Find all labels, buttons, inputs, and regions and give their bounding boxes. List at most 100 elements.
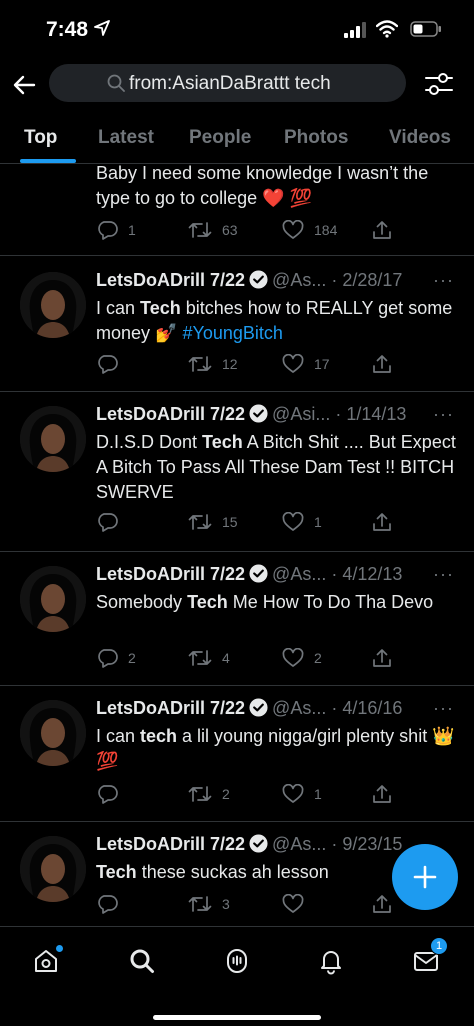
handle: @As... <box>272 834 327 854</box>
tweet-partial[interactable]: Baby I need some knowledge I wasn’t the … <box>0 164 474 256</box>
avatar[interactable] <box>20 566 86 632</box>
share-button[interactable] <box>372 512 392 532</box>
hashtag-link[interactable]: #YoungBitch <box>182 323 282 343</box>
like-button[interactable]: 1 <box>282 784 322 804</box>
tab-top[interactable]: Top <box>24 127 57 149</box>
tweet[interactable]: LetsDoADrill 7/22 @As... · 4/12/13 ··· So… <box>0 552 474 686</box>
retweet-count: 2 <box>222 786 230 802</box>
share-icon <box>373 895 391 913</box>
like-button[interactable]: 2 <box>282 648 322 668</box>
heart-icon <box>282 220 304 239</box>
reply-button[interactable] <box>96 512 128 532</box>
tab-photos[interactable]: Photos <box>284 127 348 149</box>
share-icon <box>373 785 391 803</box>
retweet-button[interactable]: 2 <box>188 784 230 804</box>
tweet-header: LetsDoADrill 7/22 @As... · 4/16/16 <box>96 698 403 718</box>
share-icon <box>373 221 391 239</box>
nav-notifications[interactable] <box>311 941 351 981</box>
tweet-feed[interactable]: Baby I need some knowledge I wasn’t the … <box>0 164 474 926</box>
like-button[interactable] <box>282 894 314 914</box>
like-button[interactable]: 17 <box>282 354 330 374</box>
tweet-date: 2/28/17 <box>342 270 403 290</box>
nav-spaces[interactable] <box>217 941 257 981</box>
tweet[interactable]: LetsDoADrill 7/22 @As... · 4/16/16 ··· I … <box>0 686 474 822</box>
search-keyword: tech <box>140 726 178 746</box>
reply-button[interactable]: 2 <box>96 648 136 668</box>
search-header: from:AsianDaBrattt tech <box>0 62 474 108</box>
share-button[interactable] <box>372 354 392 374</box>
bottom-navigation: 1 <box>0 926 474 1026</box>
reply-button[interactable] <box>96 784 128 804</box>
tweet-actions: 2 1 <box>96 784 396 806</box>
like-button[interactable]: 1 <box>282 512 322 532</box>
tweet-actions: 1 63 184 <box>96 220 396 242</box>
tab-videos[interactable]: Videos <box>389 127 451 149</box>
more-options-icon[interactable]: ··· <box>433 698 454 719</box>
avatar[interactable] <box>20 406 86 472</box>
share-icon <box>373 355 391 373</box>
tweet-header: LetsDoADrill 7/22 @As... · 2/28/17 <box>96 270 403 290</box>
retweet-icon <box>188 514 212 530</box>
messages-badge: 1 <box>430 937 448 955</box>
home-new-indicator <box>56 945 63 952</box>
back-arrow-icon[interactable] <box>10 70 40 100</box>
avatar[interactable] <box>20 700 86 766</box>
more-options-icon[interactable]: ··· <box>433 564 454 585</box>
retweet-icon <box>188 356 212 372</box>
tweet-text: Baby I need some knowledge I wasn’t the … <box>96 164 429 208</box>
more-options-icon[interactable]: ··· <box>433 270 454 291</box>
nav-search[interactable] <box>122 941 162 981</box>
reply-button[interactable]: 1 <box>96 220 136 240</box>
display-name[interactable]: LetsDoADrill 7/22 <box>96 834 245 854</box>
reply-count: 2 <box>128 650 136 666</box>
tab-latest[interactable]: Latest <box>98 127 154 149</box>
more-options-icon[interactable]: ··· <box>433 404 454 425</box>
share-button[interactable] <box>372 894 392 914</box>
nav-messages[interactable]: 1 <box>406 937 448 981</box>
like-count: 184 <box>314 222 338 238</box>
retweet-icon <box>188 650 212 666</box>
reply-icon <box>98 355 118 374</box>
retweet-count: 12 <box>222 356 238 372</box>
display-name[interactable]: LetsDoADrill 7/22 <box>96 270 245 290</box>
share-icon <box>373 649 391 667</box>
search-keyword: Tech <box>202 432 243 452</box>
display-name[interactable]: LetsDoADrill 7/22 <box>96 564 245 584</box>
like-count: 17 <box>314 356 330 372</box>
wifi-icon <box>376 20 398 38</box>
tab-people[interactable]: People <box>189 127 251 149</box>
retweet-button[interactable]: 4 <box>188 648 230 668</box>
retweet-icon <box>188 222 212 238</box>
share-button[interactable] <box>372 648 392 668</box>
display-name[interactable]: LetsDoADrill 7/22 <box>96 698 245 718</box>
search-filter-icon[interactable] <box>424 70 454 98</box>
tweet[interactable]: LetsDoADrill 7/22 @Asi... · 1/14/13 ··· D… <box>0 392 474 552</box>
nav-home[interactable] <box>26 941 66 981</box>
search-input[interactable]: from:AsianDaBrattt tech <box>49 64 406 102</box>
retweet-button[interactable]: 12 <box>188 354 238 374</box>
avatar[interactable] <box>20 272 86 338</box>
display-name[interactable]: LetsDoADrill 7/22 <box>96 404 245 424</box>
tweet-text: Somebody Tech Me How To Do Tha Devo <box>96 592 434 612</box>
compose-tweet-button[interactable] <box>392 844 458 910</box>
location-arrow-icon <box>94 20 110 36</box>
retweet-button[interactable]: 15 <box>188 512 238 532</box>
avatar[interactable] <box>20 836 86 902</box>
retweet-button[interactable]: 3 <box>188 894 230 914</box>
share-button[interactable] <box>372 220 392 240</box>
reply-button[interactable] <box>96 354 128 374</box>
tweet[interactable]: LetsDoADrill 7/22 @As... · 2/28/17 ··· I … <box>0 256 474 392</box>
like-button[interactable]: 184 <box>282 220 337 240</box>
retweet-count: 63 <box>222 222 238 238</box>
retweet-button[interactable]: 63 <box>188 220 238 240</box>
share-button[interactable] <box>372 784 392 804</box>
reply-button[interactable] <box>96 894 128 914</box>
status-time: 7:48 <box>46 18 89 41</box>
heart-icon <box>282 512 304 531</box>
verified-badge-icon <box>249 564 268 583</box>
reply-icon <box>98 895 118 914</box>
active-tab-indicator <box>20 159 76 163</box>
search-icon <box>107 74 125 92</box>
verified-badge-icon <box>249 834 268 853</box>
verified-badge-icon <box>249 270 268 289</box>
